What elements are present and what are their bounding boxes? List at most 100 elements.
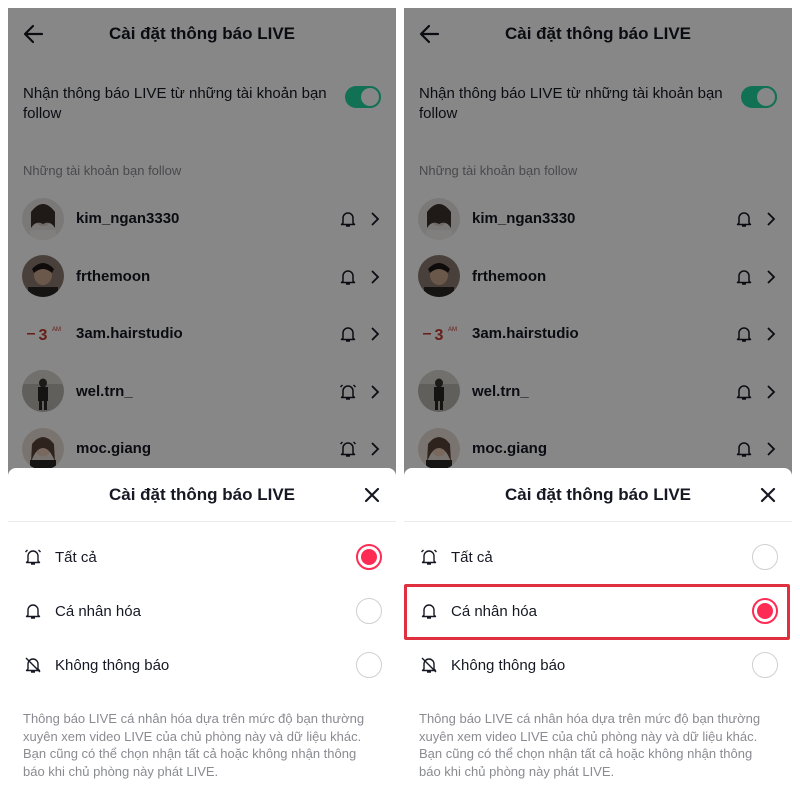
bell-off-icon (421, 657, 437, 673)
bell-off-icon (25, 657, 41, 673)
phone-screen-left: Cài đặt thông báo LIVE Nhận thông báo LI… (8, 8, 396, 788)
bell-icon[interactable] (734, 209, 754, 229)
option-label: Tất cả (55, 548, 97, 566)
panel-divider (396, 0, 404, 800)
bell-icon[interactable] (338, 324, 358, 344)
section-label: Những tài khoản bạn follow (419, 163, 578, 178)
notification-settings-sheet: Cài đặt thông báo LIVE Tất cả Cá nhân hó… (8, 468, 396, 788)
bell-ringing-icon (25, 549, 41, 565)
sheet-title: Cài đặt thông báo LIVE (504, 484, 692, 504)
account-name: frthemoon (472, 267, 547, 285)
sheet-description: Thông báo LIVE cá nhân hóa dựa trên mức … (419, 711, 761, 779)
option-off[interactable]: Không thông báo (404, 638, 792, 692)
account-name: wel.trn_ (472, 382, 529, 400)
sheet-header: Cài đặt thông báo LIVE (404, 468, 792, 522)
option-all[interactable]: Tất cả (8, 530, 396, 584)
avatar (418, 370, 460, 413)
account-list: kim_ngan3330 frthemoon 3 AM 3am.hairstudi… (404, 190, 792, 478)
avatar (418, 197, 460, 240)
option-personalized[interactable]: Cá nhân hóa (8, 584, 396, 638)
sheet-header: Cài đặt thông báo LIVE (8, 468, 396, 522)
chevron-right-icon (371, 269, 380, 284)
bell-icon[interactable] (734, 382, 754, 402)
option-label: Cá nhân hóa (55, 602, 141, 620)
avatar: 3 AM (418, 312, 460, 355)
sheet-description: Thông báo LIVE cá nhân hóa dựa trên mức … (23, 711, 365, 779)
radio-button[interactable] (356, 652, 382, 678)
back-arrow-icon[interactable] (20, 20, 48, 48)
page-header: Cài đặt thông báo LIVE (404, 8, 792, 60)
account-name: moc.giang (472, 440, 548, 458)
notification-settings-sheet: Cài đặt thông báo LIVE Tất cả Cá nhân hó… (404, 468, 792, 788)
close-icon[interactable] (364, 487, 380, 503)
radio-button[interactable] (752, 544, 778, 570)
option-off[interactable]: Không thông báo (8, 638, 396, 692)
option-personalized[interactable]: Cá nhân hóa (404, 584, 792, 638)
bell-icon[interactable] (338, 267, 358, 287)
option-label: Không thông báo (55, 656, 170, 674)
bell-icon (25, 604, 41, 619)
bell-icon[interactable] (734, 267, 754, 287)
chevron-right-icon (371, 384, 380, 399)
bell-ringing-icon (421, 549, 437, 565)
chevron-right-icon (767, 269, 776, 284)
live-notify-toggle[interactable] (741, 86, 777, 108)
radio-button-selected[interactable] (356, 544, 382, 570)
chevron-right-icon (371, 327, 380, 341)
radio-button[interactable] (356, 598, 382, 624)
avatar (22, 255, 64, 298)
bell-icon[interactable] (734, 439, 754, 459)
account-row[interactable]: 3 AM 3am.hairstudio (8, 305, 396, 363)
live-notify-toggle[interactable] (345, 86, 381, 108)
option-label: Không thông báo (451, 656, 566, 674)
page-title: Cài đặt thông báo LIVE (108, 24, 296, 43)
account-name: frthemoon (76, 267, 151, 285)
account-name: kim_ngan3330 (76, 210, 180, 228)
avatar (22, 197, 64, 240)
toggle-label: Nhận thông báo LIVE từ những tài khoản b… (23, 85, 327, 122)
bell-ringing-icon[interactable] (338, 439, 358, 459)
avatar (22, 370, 64, 413)
account-row[interactable]: 3 AM 3am.hairstudio (404, 305, 792, 363)
page-header: Cài đặt thông báo LIVE (8, 8, 396, 60)
avatar: 3 AM (22, 312, 64, 355)
radio-button-selected[interactable] (752, 598, 778, 624)
radio-button[interactable] (752, 652, 778, 678)
account-name: 3am.hairstudio (472, 325, 579, 343)
account-list: kim_ngan3330 frthemoon 3 AM 3am.hairstudi… (8, 190, 396, 478)
phone-screen-right: Cài đặt thông báo LIVE Nhận thông báo LI… (404, 8, 792, 788)
bell-ringing-icon[interactable] (338, 382, 358, 402)
svg-text:3: 3 (39, 327, 48, 344)
account-row[interactable]: kim_ngan3330 (8, 190, 396, 248)
sheet-title: Cài đặt thông báo LIVE (108, 484, 296, 504)
bell-icon[interactable] (338, 209, 358, 229)
avatar (22, 427, 64, 470)
account-row[interactable]: frthemoon (404, 248, 792, 306)
chevron-right-icon (371, 442, 380, 456)
account-row[interactable]: kim_ngan3330 (404, 190, 792, 248)
page-title: Cài đặt thông báo LIVE (504, 24, 692, 43)
bell-icon (421, 604, 437, 619)
svg-text:AM: AM (52, 327, 61, 333)
chevron-right-icon (767, 384, 776, 399)
account-name: 3am.hairstudio (76, 325, 183, 343)
bell-icon[interactable] (734, 324, 754, 344)
option-label: Cá nhân hóa (451, 602, 537, 620)
account-name: moc.giang (76, 440, 152, 458)
account-row[interactable]: wel.trn_ (8, 363, 396, 421)
option-all[interactable]: Tất cả (404, 530, 792, 584)
live-notify-toggle-row: Nhận thông báo LIVE từ những tài khoản b… (419, 84, 777, 124)
option-label: Tất cả (451, 548, 493, 566)
close-icon[interactable] (760, 487, 776, 503)
chevron-right-icon (767, 327, 776, 341)
account-row[interactable]: frthemoon (8, 248, 396, 306)
chevron-right-icon (767, 212, 776, 226)
back-arrow-icon[interactable] (416, 20, 444, 48)
svg-text:AM: AM (448, 327, 457, 333)
account-name: kim_ngan3330 (472, 210, 576, 228)
account-name: wel.trn_ (76, 382, 133, 400)
chevron-right-icon (767, 442, 776, 456)
chevron-right-icon (371, 212, 380, 226)
live-notify-toggle-row: Nhận thông báo LIVE từ những tài khoản b… (23, 84, 381, 124)
account-row[interactable]: wel.trn_ (404, 363, 792, 421)
